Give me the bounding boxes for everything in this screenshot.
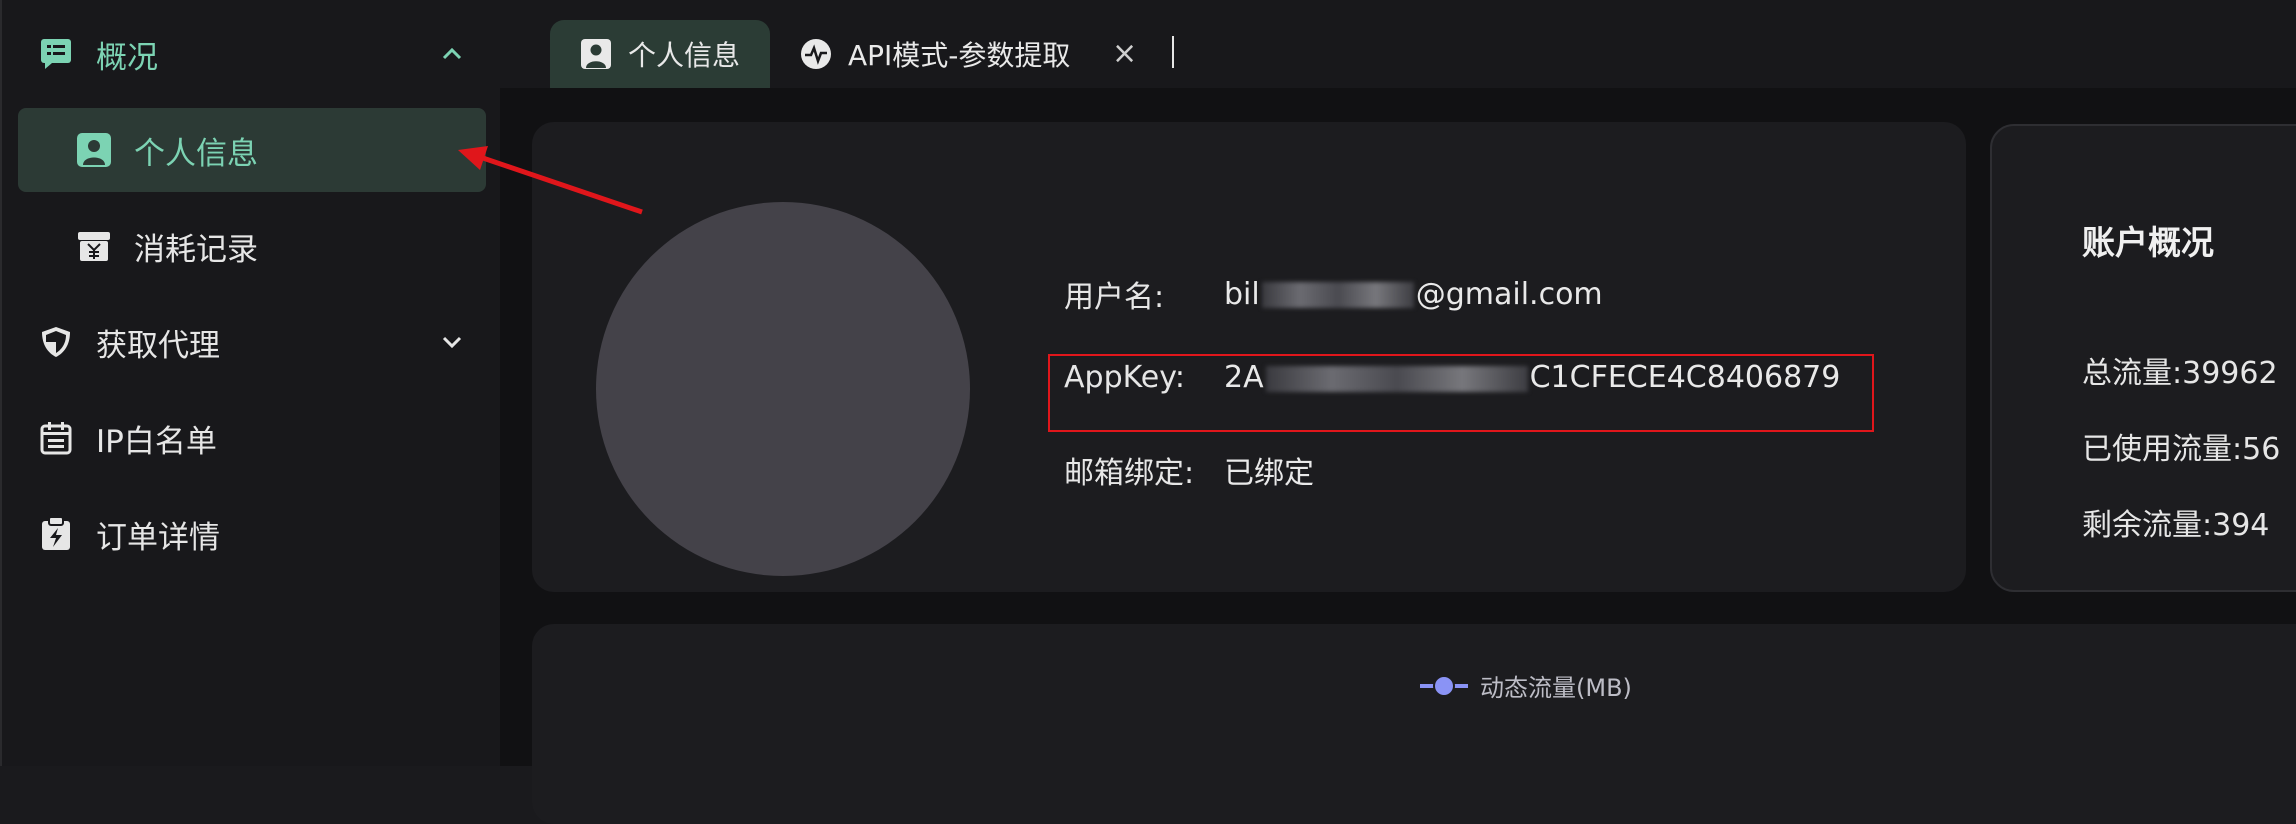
user-badge-icon xyxy=(76,132,112,168)
sidebar-item-label: 获取代理 xyxy=(96,327,220,364)
avatar[interactable] xyxy=(596,202,970,576)
account-overview-card: 账户概况 总流量:39962 已使用流量:56 剩余流量:394 xyxy=(1990,124,2296,592)
email-binding-status: 已绑定 xyxy=(1224,456,1314,491)
tab-profile[interactable]: 个人信息 xyxy=(550,20,770,88)
close-icon[interactable]: × xyxy=(1112,36,1137,71)
sidebar-item-label: 消耗记录 xyxy=(134,231,258,268)
tab-bar: 个人信息 API模式-参数提取 × xyxy=(500,0,2296,88)
tab-api-mode[interactable]: API模式-参数提取 xyxy=(800,20,1070,88)
tab-label: 个人信息 xyxy=(628,39,741,72)
traffic-chart-card: 动态流量(MB) xyxy=(532,624,2296,824)
used-traffic: 已使用流量:56 xyxy=(2082,432,2281,467)
sidebar-item-ip-whitelist[interactable]: IP白名单 xyxy=(18,396,486,480)
user-badge-icon xyxy=(581,39,611,69)
sidebar-item-profile[interactable]: 个人信息 xyxy=(18,108,486,192)
main-content: 用户名: bil @gmail.com AppKey: 2A C1CFECE4C84… xyxy=(500,88,2296,824)
yen-box-icon xyxy=(76,228,112,264)
sidebar-item-consumption[interactable]: 消耗记录 xyxy=(18,204,486,288)
chart-legend[interactable]: 动态流量(MB) xyxy=(1418,668,1632,703)
chat-list-icon xyxy=(38,36,74,72)
sidebar-item-label: 个人信息 xyxy=(134,135,258,172)
sidebar-item-get-proxy[interactable]: 获取代理 xyxy=(18,300,486,384)
chevron-down-icon[interactable] xyxy=(438,328,466,356)
sidebar-item-label: 概况 xyxy=(96,39,158,76)
username-label: 用户名: xyxy=(1064,280,1165,315)
shield-icon xyxy=(38,324,74,360)
email-binding-row: 邮箱绑定: 已绑定 xyxy=(1064,448,1314,492)
legend-line-marker-icon xyxy=(1420,674,1468,697)
legend-label: 动态流量(MB) xyxy=(1480,674,1632,702)
clipboard-bolt-icon xyxy=(38,516,74,552)
username-row: 用户名: bil @gmail.com xyxy=(1064,272,1603,316)
tab-divider xyxy=(1172,36,1174,68)
pulse-icon xyxy=(801,39,831,69)
sidebar-item-label: 订单详情 xyxy=(96,519,220,556)
calendar-list-icon xyxy=(38,420,74,456)
appkey-highlight-box xyxy=(1048,354,1874,432)
account-title: 账户概况 xyxy=(2082,223,2214,262)
remaining-traffic: 剩余流量:394 xyxy=(2082,508,2270,543)
sidebar-item-order-details[interactable]: 订单详情 xyxy=(18,492,486,576)
chevron-up-icon[interactable] xyxy=(438,40,466,68)
total-traffic: 总流量:39962 xyxy=(2082,356,2278,391)
sidebar-item-label: IP白名单 xyxy=(96,423,217,460)
tab-label: API模式-参数提取 xyxy=(848,39,1071,72)
user-info-card: 用户名: bil @gmail.com AppKey: 2A C1CFECE4C84… xyxy=(532,122,1966,592)
username-value: bil @gmail.com xyxy=(1224,276,1603,312)
sidebar-item-overview[interactable]: 概况 xyxy=(18,12,486,96)
email-binding-label: 邮箱绑定: xyxy=(1064,456,1195,491)
sidebar: 概况 个人信息 消耗记录 获取代理 IP白名单 订单详情 xyxy=(0,0,502,766)
